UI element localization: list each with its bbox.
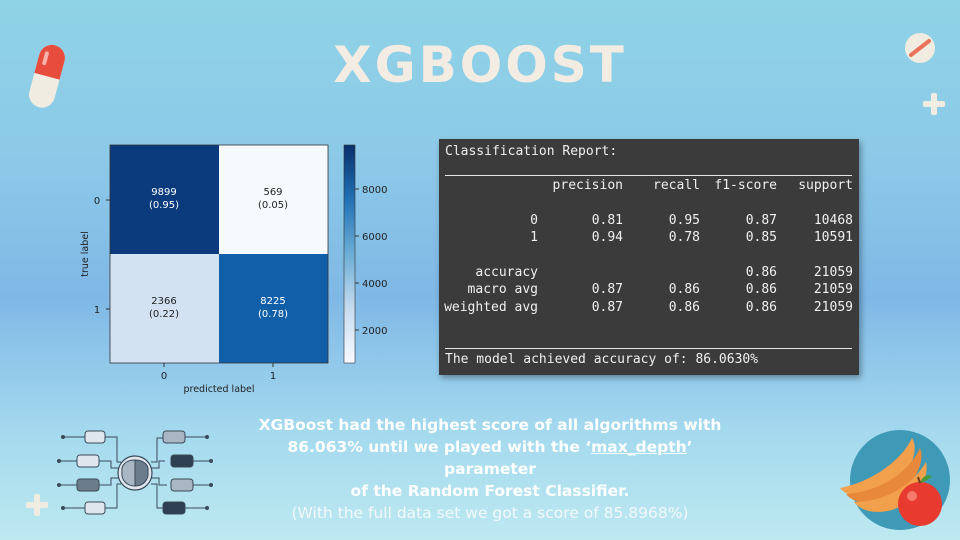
row-f1: 0.86: [745, 300, 777, 315]
accuracy-summary: The model achieved accuracy of: 86.0630%: [445, 352, 759, 367]
row-support: 21059: [813, 300, 853, 315]
row-label: 1: [530, 230, 538, 245]
cm-pct-1-1: (0.78): [258, 309, 288, 320]
colorbar-tick-label: 8000: [362, 185, 387, 196]
colorbar: [343, 144, 356, 364]
fruit-illustration: [840, 430, 950, 530]
colorbar-tick-label: 4000: [362, 279, 387, 290]
confusion-matrix-plot: 9899 (0.95) 569 (0.05) 2366 (0.22) 8225 …: [80, 144, 387, 395]
neural-network-illustration: [57, 430, 213, 515]
classification-report: Classification Report: precision recall …: [439, 139, 859, 375]
caption-note: (With the full data set we got a score o…: [291, 504, 689, 522]
row-support: 21059: [813, 265, 853, 280]
report-row: macro avg 0.87 0.86 0.86 21059: [445, 282, 853, 299]
row-precision: 0.87: [591, 282, 623, 297]
row-label: weighted avg: [444, 300, 538, 315]
param-name: max_depth: [591, 438, 687, 456]
report-row: accuracy 0.86 21059: [445, 265, 853, 282]
colorbar-tick-label: 6000: [362, 232, 387, 243]
report-title: Classification Report:: [445, 144, 618, 159]
row-support: 10591: [813, 230, 853, 245]
header-f1: f1-score: [714, 178, 777, 193]
y-tick-label: 0: [94, 196, 100, 207]
row-label: macro avg: [467, 282, 538, 297]
row-support: 21059: [813, 282, 853, 297]
row-f1: 0.87: [745, 213, 777, 228]
cm-pct-1-0: (0.22): [149, 309, 179, 320]
row-recall: 0.78: [668, 230, 700, 245]
row-recall: 0.86: [668, 282, 700, 297]
cm-count-0-0: 9899: [151, 187, 176, 198]
row-precision: 0.87: [591, 300, 623, 315]
y-axis-label: true label: [80, 231, 91, 277]
report-row: 1 0.94 0.78 0.85 10591: [445, 230, 853, 247]
row-f1: 0.86: [745, 282, 777, 297]
row-f1: 0.85: [745, 230, 777, 245]
row-f1: 0.86: [745, 265, 777, 280]
x-axis-label: predicted label: [183, 384, 254, 395]
report-row: 0 0.81 0.95 0.87 10468: [445, 213, 853, 230]
row-precision: 0.94: [591, 230, 623, 245]
slide-title: XGBOOST: [333, 36, 627, 94]
pill-icon: [29, 44, 65, 108]
row-label: accuracy: [475, 265, 538, 280]
caption-text: 86.063% until we played with the ‘: [287, 438, 592, 456]
report-header-row: precision recall f1-score support: [445, 178, 853, 195]
plus-icon: [26, 494, 48, 516]
cm-count-0-1: 569: [263, 187, 282, 198]
cm-pct-0-0: (0.95): [149, 200, 179, 211]
header-recall: recall: [653, 178, 700, 193]
tablet-icon: [905, 33, 935, 63]
plus-icon: [923, 93, 945, 115]
header-support: support: [798, 178, 853, 193]
y-tick-label: 1: [94, 305, 100, 316]
cm-count-1-0: 2366: [151, 296, 176, 307]
row-label: 0: [530, 213, 538, 228]
x-tick-label: 0: [161, 371, 167, 382]
divider: [445, 348, 852, 349]
caption-line: 86.063% until we played with the ‘max_de…: [250, 436, 730, 480]
row-support: 10468: [813, 213, 853, 228]
cm-count-1-1: 8225: [260, 296, 285, 307]
report-row: weighted avg 0.87 0.86 0.86 21059: [444, 300, 853, 317]
row-recall: 0.86: [668, 300, 700, 315]
colorbar-tick-label: 2000: [362, 326, 387, 337]
divider: [445, 175, 852, 176]
row-precision: 0.81: [591, 213, 623, 228]
header-precision: precision: [552, 178, 623, 193]
x-tick-label: 1: [270, 371, 276, 382]
slide-caption: XGBoost had the highest score of all alg…: [250, 414, 730, 524]
caption-line: XGBoost had the highest score of all alg…: [258, 416, 722, 434]
row-recall: 0.95: [668, 213, 700, 228]
caption-line: of the Random Forest Classifier.: [350, 482, 630, 500]
cm-pct-0-1: (0.05): [258, 200, 288, 211]
